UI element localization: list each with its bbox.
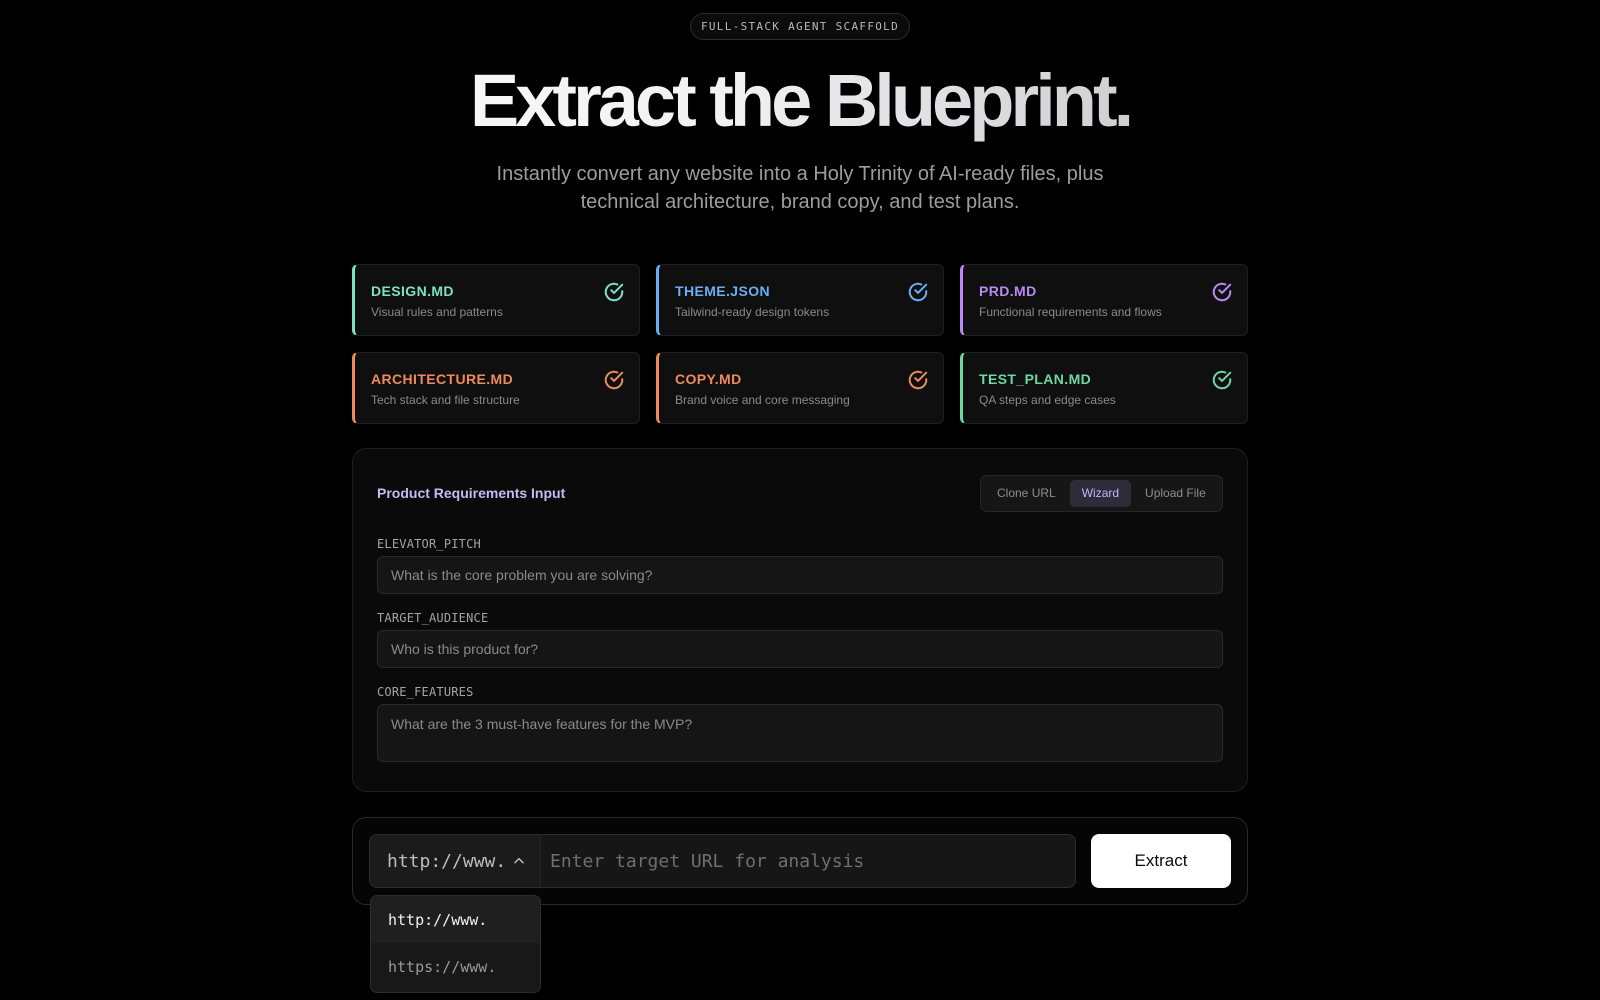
check-circle-icon [604, 282, 624, 302]
panel-title: Product Requirements Input [377, 485, 566, 501]
file-card-desc: Functional requirements and flows [979, 305, 1162, 319]
output-file-cards: DESIGN.MD Visual rules and patterns THEM… [352, 264, 1248, 424]
file-card-design[interactable]: DESIGN.MD Visual rules and patterns [352, 264, 640, 336]
file-card-title: COPY.MD [675, 371, 742, 387]
check-circle-icon [1212, 282, 1232, 302]
tab-upload-file[interactable]: Upload File [1133, 480, 1218, 507]
elevator-pitch-input[interactable] [377, 556, 1223, 594]
url-bar: http://www. Extract [352, 817, 1248, 905]
file-card-title: TEST_PLAN.MD [979, 371, 1092, 387]
check-circle-icon [908, 370, 928, 390]
protocol-select-value: http://www. [387, 850, 507, 872]
check-circle-icon [908, 282, 928, 302]
top-badge: FULL-STACK AGENT SCAFFOLD [690, 13, 910, 40]
file-card-theme[interactable]: THEME.JSON Tailwind-ready design tokens [656, 264, 944, 336]
target-url-input[interactable] [541, 835, 1075, 887]
elevator-pitch-label: ELEVATOR_PITCH [377, 537, 481, 551]
file-card-prd[interactable]: PRD.MD Functional requirements and flows [960, 264, 1248, 336]
protocol-dropdown: http://www. https://www. [370, 895, 541, 993]
target-audience-input[interactable] [377, 630, 1223, 668]
protocol-option-https[interactable]: https://www. [371, 943, 540, 990]
hero-subtitle-line2: technical architecture, brand copy, and … [580, 191, 1020, 213]
file-card-desc: Tech stack and file structure [371, 393, 520, 407]
file-card-title: DESIGN.MD [371, 283, 454, 299]
check-circle-icon [1212, 370, 1232, 390]
tab-wizard[interactable]: Wizard [1069, 480, 1132, 507]
protocol-select[interactable]: http://www. [370, 835, 541, 887]
file-card-desc: Visual rules and patterns [371, 305, 503, 319]
file-card-copy[interactable]: COPY.MD Brand voice and core messaging [656, 352, 944, 424]
hero-subtitle: Instantly convert any website into a Hol… [400, 160, 1200, 216]
file-card-desc: Brand voice and core messaging [675, 393, 850, 407]
chevron-up-icon [514, 857, 524, 864]
hero-title: Extract the Blueprint. [0, 58, 1600, 144]
extract-button[interactable]: Extract [1091, 834, 1231, 888]
file-card-desc: QA steps and edge cases [979, 393, 1116, 407]
file-card-desc: Tailwind-ready design tokens [675, 305, 830, 319]
input-mode-tabs: Clone URL Wizard Upload File [980, 475, 1223, 512]
file-card-title: THEME.JSON [675, 283, 771, 299]
hero-subtitle-line1: Instantly convert any website into a Hol… [496, 163, 1104, 185]
target-audience-label: TARGET_AUDIENCE [377, 611, 489, 625]
core-features-label: CORE_FEATURES [377, 685, 474, 699]
tab-clone-url[interactable]: Clone URL [985, 480, 1068, 507]
url-input-group: http://www. [369, 834, 1076, 888]
check-circle-icon [604, 370, 624, 390]
protocol-option-http[interactable]: http://www. [371, 896, 540, 943]
file-card-title: ARCHITECTURE.MD [371, 371, 514, 387]
file-card-architecture[interactable]: ARCHITECTURE.MD Tech stack and file stru… [352, 352, 640, 424]
file-card-test-plan[interactable]: TEST_PLAN.MD QA steps and edge cases [960, 352, 1248, 424]
file-card-title: PRD.MD [979, 283, 1037, 299]
core-features-textarea[interactable] [377, 704, 1223, 762]
requirements-panel: Product Requirements Input Clone URL Wiz… [352, 448, 1248, 792]
